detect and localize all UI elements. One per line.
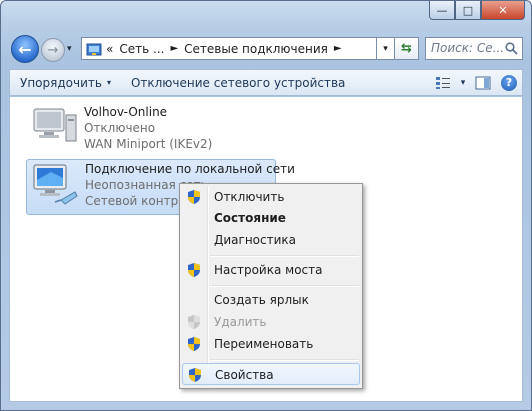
menu-separator <box>210 359 359 361</box>
context-menu: Отключить Состояние Диагностика Настройк… <box>179 183 363 389</box>
minimize-button[interactable]: — <box>429 1 455 20</box>
menu-item-label: Создать ярлык <box>214 293 309 307</box>
address-dropdown[interactable]: ▾ <box>377 37 395 60</box>
help-button[interactable]: ? <box>496 70 522 95</box>
view-dropdown[interactable]: ▾ <box>456 70 470 95</box>
menu-item-bridge[interactable]: Настройка моста <box>182 259 360 281</box>
address-prefix[interactable]: « <box>106 42 113 56</box>
maximize-button[interactable]: □ <box>455 1 481 20</box>
organize-label: Упорядочить <box>20 75 102 90</box>
connection-info: Volhov-Online Отключено WAN Miniport (IK… <box>84 104 212 152</box>
menu-separator <box>210 285 359 287</box>
address-separator[interactable]: ► <box>170 43 178 54</box>
explorer-window: — □ ✕ ← → ▾ « Сеть ... ► Сетевые подключ… <box>0 0 532 411</box>
address-bar[interactable]: « Сеть ... ► Сетевые подключения ► <box>81 37 377 60</box>
menu-item-label: Отключить <box>214 190 285 204</box>
navigation-bar: ← → ▾ « Сеть ... ► Сетевые подключения ►… <box>11 34 523 64</box>
preview-pane-icon <box>475 76 491 89</box>
shield-icon <box>188 337 200 351</box>
menu-item-status[interactable]: Состояние <box>182 207 360 229</box>
menu-item-disable[interactable]: Отключить <box>182 186 360 208</box>
refresh-button[interactable]: ⇆ <box>395 37 419 60</box>
shield-icon <box>188 190 200 204</box>
command-bar-right: ▾ ? <box>430 70 522 95</box>
address-separator[interactable]: ► <box>334 43 342 54</box>
disable-device-button[interactable]: Отключение сетевого устройства <box>121 70 355 95</box>
shield-icon <box>188 263 200 277</box>
network-folder-icon <box>86 42 102 56</box>
connection-device: WAN Miniport (IKEv2) <box>84 137 213 151</box>
lan-connection-icon <box>33 164 78 205</box>
menu-item-label: Настройка моста <box>214 263 323 277</box>
search-placeholder: Поиск: Се... <box>431 41 505 55</box>
search-icon <box>505 42 518 55</box>
address-segment-connections[interactable]: Сетевые подключения <box>184 42 328 56</box>
menu-item-label: Удалить <box>214 315 267 329</box>
menu-item-label: Переименовать <box>214 337 314 351</box>
vpn-connection-icon <box>33 108 77 142</box>
menu-item-properties[interactable]: Свойства <box>182 363 360 385</box>
connection-name: Volhov-Online <box>84 105 168 119</box>
connection-status: Отключено <box>84 121 156 135</box>
recent-pages-dropdown[interactable]: ▾ <box>67 44 72 54</box>
menu-item-label: Свойства <box>215 368 274 382</box>
menu-item-label: Диагностика <box>214 233 297 247</box>
shield-icon <box>188 315 200 329</box>
connection-name: Подключение по локальной сети <box>85 162 295 176</box>
help-icon: ? <box>501 74 517 91</box>
close-button[interactable]: ✕ <box>481 1 525 20</box>
change-view-button[interactable] <box>430 70 456 95</box>
caption-buttons: — □ ✕ <box>429 1 525 21</box>
disable-device-label: Отключение сетевого устройства <box>130 75 346 90</box>
forward-button[interactable]: → <box>41 38 65 62</box>
address-segment-network[interactable]: Сеть ... <box>119 42 164 56</box>
menu-item-delete[interactable]: Удалить <box>182 311 360 333</box>
chevron-down-icon: ▾ <box>106 78 111 87</box>
organize-button[interactable]: Упорядочить ▾ <box>10 70 121 95</box>
preview-pane-button[interactable] <box>470 70 496 95</box>
menu-item-create-shortcut[interactable]: Создать ярлык <box>182 289 360 311</box>
menu-item-label: Состояние <box>214 211 286 225</box>
menu-item-diagnostics[interactable]: Диагностика <box>182 229 360 251</box>
back-button[interactable]: ← <box>11 35 39 63</box>
view-options-icon <box>436 76 450 89</box>
menu-separator <box>210 255 359 257</box>
connection-item-volhov[interactable]: Volhov-Online Отключено WAN Miniport (IK… <box>26 103 286 159</box>
search-input[interactable]: Поиск: Се... <box>425 37 523 60</box>
command-bar: Упорядочить ▾ Отключение сетевого устрой… <box>9 69 523 96</box>
menu-item-rename[interactable]: Переименовать <box>182 333 360 355</box>
shield-icon <box>189 368 201 382</box>
